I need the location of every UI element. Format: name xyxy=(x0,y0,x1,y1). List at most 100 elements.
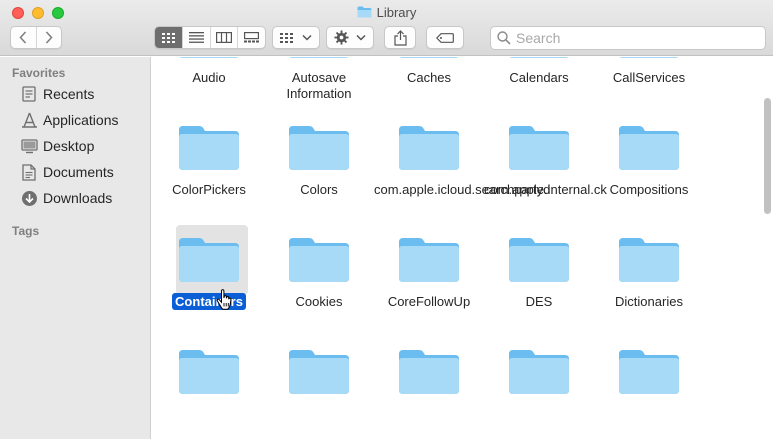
folder-label: Containers xyxy=(154,293,264,310)
gallery-icon xyxy=(244,32,260,43)
folder-icon xyxy=(510,57,568,58)
document-icon xyxy=(20,163,38,181)
folder-label-text: Containers xyxy=(172,293,246,310)
icon-view-button[interactable] xyxy=(155,27,183,48)
tags-heading: Tags xyxy=(12,224,40,238)
search-input[interactable] xyxy=(516,30,756,46)
folder-icon xyxy=(289,350,349,394)
folder-label: Colors xyxy=(264,182,374,198)
sidebar-item-documents[interactable]: Documents xyxy=(20,161,114,183)
folder-icon xyxy=(509,350,569,394)
toolbar: Library xyxy=(0,0,773,56)
folder-label-text: DES xyxy=(525,294,553,309)
folder-icon xyxy=(289,238,349,282)
sidebar-item-label: Desktop xyxy=(43,138,95,154)
folder-label-text: Cookies xyxy=(295,294,343,309)
chevron-down-icon xyxy=(302,34,312,41)
sidebar-item-desktop[interactable]: Desktop xyxy=(20,135,94,157)
view-mode-segmented-control xyxy=(154,26,266,49)
folder-icon xyxy=(509,126,569,170)
chevron-right-icon xyxy=(45,31,53,44)
download-icon xyxy=(20,189,38,207)
folder-label: Cookies xyxy=(264,294,374,310)
icon-grid-icon xyxy=(161,32,175,43)
list-icon xyxy=(189,32,205,43)
window-title: Library xyxy=(0,5,773,20)
folder-label: com.apple.icloud.searchpartyd xyxy=(374,182,550,198)
file-grid: Audio Autosave Information Caches Calendars… xyxy=(152,57,773,439)
action-menu-button[interactable] xyxy=(326,26,374,49)
clock-icon xyxy=(20,85,38,103)
desktop-icon xyxy=(20,137,38,155)
sidebar-item-label: Documents xyxy=(43,164,114,180)
folder-icon xyxy=(179,126,239,170)
folder-label: Autosave Information xyxy=(264,70,374,102)
tag-icon xyxy=(436,32,454,43)
applications-icon xyxy=(20,111,38,129)
folder-icon xyxy=(179,350,239,394)
folder-label-text: Compositions xyxy=(609,182,689,197)
window-title-text: Library xyxy=(376,5,417,20)
folder-icon xyxy=(399,126,459,170)
search-icon xyxy=(497,31,511,45)
folder-label: com.apple.internal.ck xyxy=(484,182,607,198)
folder-label-text: Colors xyxy=(300,182,338,197)
sidebar: Favorites Recents Applications Desktop D… xyxy=(0,57,151,439)
share-button[interactable] xyxy=(384,26,416,49)
finder-window: Library Search Favorites Recents Applica… xyxy=(0,0,773,439)
folder-icon xyxy=(620,57,678,58)
sidebar-item-label: Recents xyxy=(43,86,95,102)
folder-icon xyxy=(400,57,458,58)
folder-icon xyxy=(619,350,679,394)
navigation-buttons xyxy=(10,26,62,49)
sidebar-item-label: Applications xyxy=(43,112,119,128)
folder-label-text: Autosave Information xyxy=(286,70,352,101)
folder-label-text: Dictionaries xyxy=(615,294,683,309)
folder-label: Audio xyxy=(154,70,264,86)
favorites-heading: Favorites xyxy=(12,66,66,80)
folder-label: DES xyxy=(484,294,594,310)
folder-label-text: ColorPickers xyxy=(172,182,246,197)
vertical-scrollbar[interactable] xyxy=(764,98,771,214)
folder-label-text: Caches xyxy=(406,70,452,85)
sidebar-item-label: Downloads xyxy=(43,190,113,206)
folder-label-text: Audio xyxy=(192,70,226,85)
sidebar-item-downloads[interactable]: Downloads xyxy=(20,187,112,209)
folder-icon xyxy=(399,350,459,394)
gallery-view-button[interactable] xyxy=(237,27,265,48)
folder-label-text: Calendars xyxy=(509,70,569,85)
chevron-left-icon xyxy=(19,31,27,44)
list-view-button[interactable] xyxy=(182,27,210,48)
folder-icon xyxy=(357,6,372,18)
folder-icon xyxy=(289,126,349,170)
folder-icon xyxy=(619,238,679,282)
share-icon xyxy=(393,29,407,46)
folder-label: Calendars xyxy=(484,70,594,86)
folder-label: ColorPickers xyxy=(154,182,264,198)
folder-label: Dictionaries xyxy=(594,294,704,310)
sidebar-item-applications[interactable]: Applications xyxy=(20,109,119,131)
folder-icon xyxy=(179,238,239,282)
search-field[interactable] xyxy=(490,26,766,50)
group-grid-icon xyxy=(280,32,293,43)
sidebar-item-recents[interactable]: Recents xyxy=(20,83,94,105)
forward-button[interactable] xyxy=(35,27,61,48)
back-button[interactable] xyxy=(11,27,36,48)
tag-button[interactable] xyxy=(426,26,464,49)
hand-pointer-cursor xyxy=(216,289,232,310)
folder-icon xyxy=(399,238,459,282)
group-by-button[interactable] xyxy=(272,26,320,49)
folder-label: Compositions xyxy=(594,182,704,198)
column-view-button[interactable] xyxy=(209,27,238,48)
folder-icon xyxy=(509,238,569,282)
folder-label-text: com.apple.internal.ck xyxy=(484,182,607,197)
folder-icon xyxy=(180,57,238,58)
folder-label-text: CoreFollowUp xyxy=(387,294,471,309)
folder-label-text: CallServices xyxy=(612,70,686,85)
chevron-down-icon xyxy=(356,34,366,41)
folder-label: CallServices xyxy=(594,70,704,86)
folder-icon xyxy=(290,57,348,58)
folder-icon xyxy=(619,126,679,170)
columns-icon xyxy=(216,32,233,43)
folder-label: Caches xyxy=(374,70,484,86)
